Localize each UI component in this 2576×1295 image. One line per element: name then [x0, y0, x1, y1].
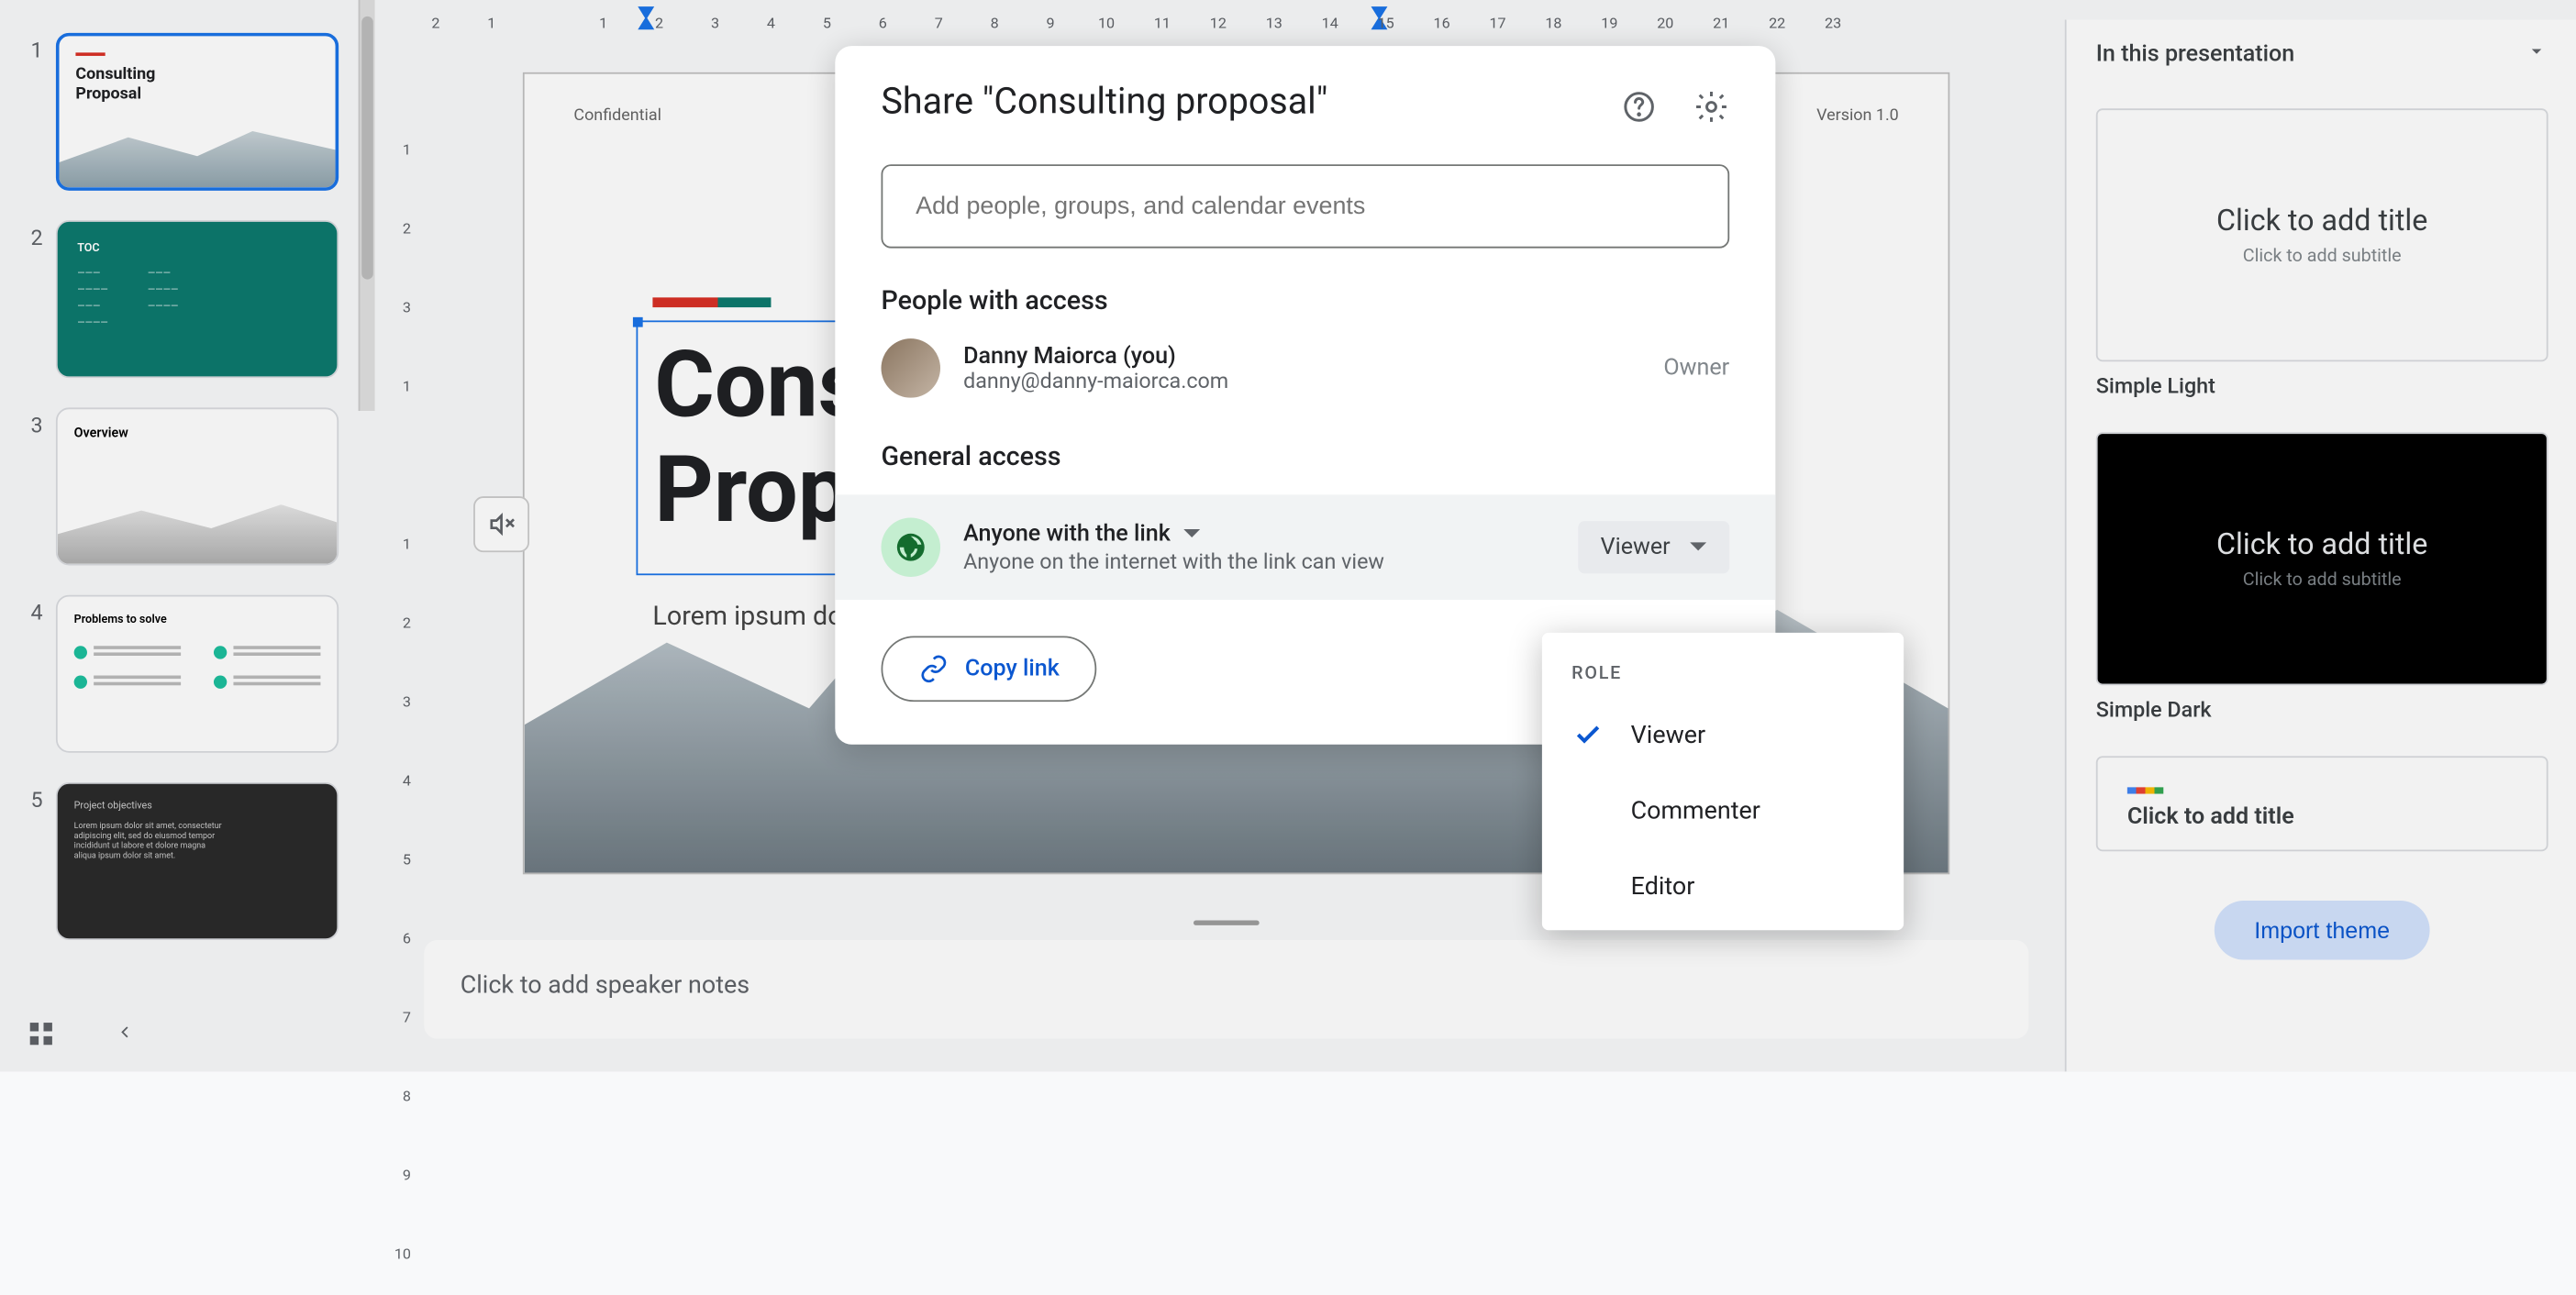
thumb-number: 3	[23, 407, 43, 438]
role-dropdown-button[interactable]: Viewer	[1578, 521, 1730, 573]
link-scope-description: Anyone on the internet with the link can…	[963, 549, 1554, 574]
role-option-editor[interactable]: Editor	[1542, 848, 1904, 924]
grid-view-icon[interactable]	[27, 1018, 56, 1047]
copy-link-button[interactable]: Copy link	[882, 636, 1098, 703]
people-with-access-heading: People with access	[882, 284, 1730, 315]
thumb-title: TOC	[77, 241, 317, 254]
voice-type-icon[interactable]	[473, 496, 529, 552]
thumbnail-slide-5[interactable]: Project objectives Lorem ipsum dolor sit…	[56, 782, 339, 940]
chevron-left-icon[interactable]	[115, 1017, 135, 1048]
themes-panel: In this presentation Click to add title …	[2065, 20, 2576, 1072]
theme-title-placeholder: Click to add title	[2127, 803, 2294, 830]
speaker-notes-area[interactable]: Click to add speaker notes	[424, 940, 2028, 1039]
slide-thumbnail-panel: 1 ConsultingProposal 2 TOC —————————————…	[0, 0, 375, 1071]
thumb-title: Project objectives	[74, 801, 321, 813]
thumb-title: Problems to solve	[74, 613, 321, 625]
add-people-input[interactable]	[882, 164, 1730, 248]
thumb-title: Overview	[74, 426, 321, 440]
slide-accent-bar	[652, 297, 771, 307]
speaker-notes-placeholder: Click to add speaker notes	[461, 969, 749, 999]
person-email: danny@danny-maiorca.com	[963, 369, 1640, 393]
slide-version-text: Version 1.0	[1816, 106, 1899, 125]
general-access-heading: General access	[882, 440, 1730, 471]
thumbnail-slide-1[interactable]: ConsultingProposal	[56, 33, 339, 191]
theme-subtitle-placeholder: Click to add subtitle	[2243, 569, 2402, 590]
person-role: Owner	[1663, 355, 1729, 382]
theme-title-placeholder: Click to add title	[2216, 527, 2427, 562]
thumbnail-scrollbar[interactable]	[359, 0, 375, 411]
theme-title-placeholder: Click to add title	[2216, 204, 2427, 238]
slide-subtitle-text: Lorem ipsum do	[652, 600, 842, 631]
theme-simple-dark[interactable]: Click to add title Click to add subtitle	[2096, 432, 2548, 685]
check-icon	[1571, 720, 1604, 749]
import-theme-button[interactable]: Import theme	[2215, 901, 2429, 960]
role-menu: ROLE Viewer Commenter Editor	[1542, 633, 1904, 930]
theme-subtitle-placeholder: Click to add subtitle	[2243, 245, 2402, 266]
thumb-number: 2	[23, 220, 43, 251]
chevron-down-icon[interactable]	[2526, 39, 2548, 69]
gear-icon[interactable]	[1693, 89, 1729, 132]
theme-label: Simple Dark	[2096, 699, 2548, 724]
person-name: Danny Maiorca (you)	[963, 343, 1640, 370]
role-option-commenter[interactable]: Commenter	[1542, 772, 1904, 847]
role-option-viewer[interactable]: Viewer	[1542, 697, 1904, 772]
horizontal-ruler: 21 1234567891011121314151617181920212223	[407, 0, 2038, 33]
thumbnail-slide-3[interactable]: Overview	[56, 407, 339, 565]
thumbnail-slide-2[interactable]: TOC —————————————— ———————————	[56, 220, 339, 378]
vertical-ruler: 123112345678910	[384, 33, 414, 921]
thumb-number: 1	[23, 33, 43, 64]
theme-simple-light[interactable]: Click to add title Click to add subtitle	[2096, 108, 2548, 361]
globe-icon	[882, 517, 941, 577]
avatar	[882, 338, 941, 398]
general-access-row: Anyone with the link Anyone on the inter…	[835, 494, 1775, 600]
role-menu-header: ROLE	[1542, 646, 1904, 697]
thumb-number: 5	[23, 782, 43, 814]
thumb-number: 4	[23, 595, 43, 626]
share-dialog-title: Share "Consulting proposal"	[882, 83, 1621, 124]
theme-label: Simple Light	[2096, 375, 2548, 400]
thumb-title: ConsultingProposal	[75, 66, 318, 105]
theme-streamline[interactable]: Click to add title	[2096, 756, 2548, 851]
slide-confidential-text: Confidential	[573, 106, 661, 125]
help-icon[interactable]	[1621, 89, 1657, 132]
thumbnail-slide-4[interactable]: Problems to solve	[56, 595, 339, 753]
themes-panel-heading: In this presentation	[2096, 41, 2294, 68]
person-row: Danny Maiorca (you) danny@danny-maiorca.…	[882, 338, 1730, 398]
link-scope-dropdown[interactable]: Anyone with the link	[963, 520, 1554, 547]
